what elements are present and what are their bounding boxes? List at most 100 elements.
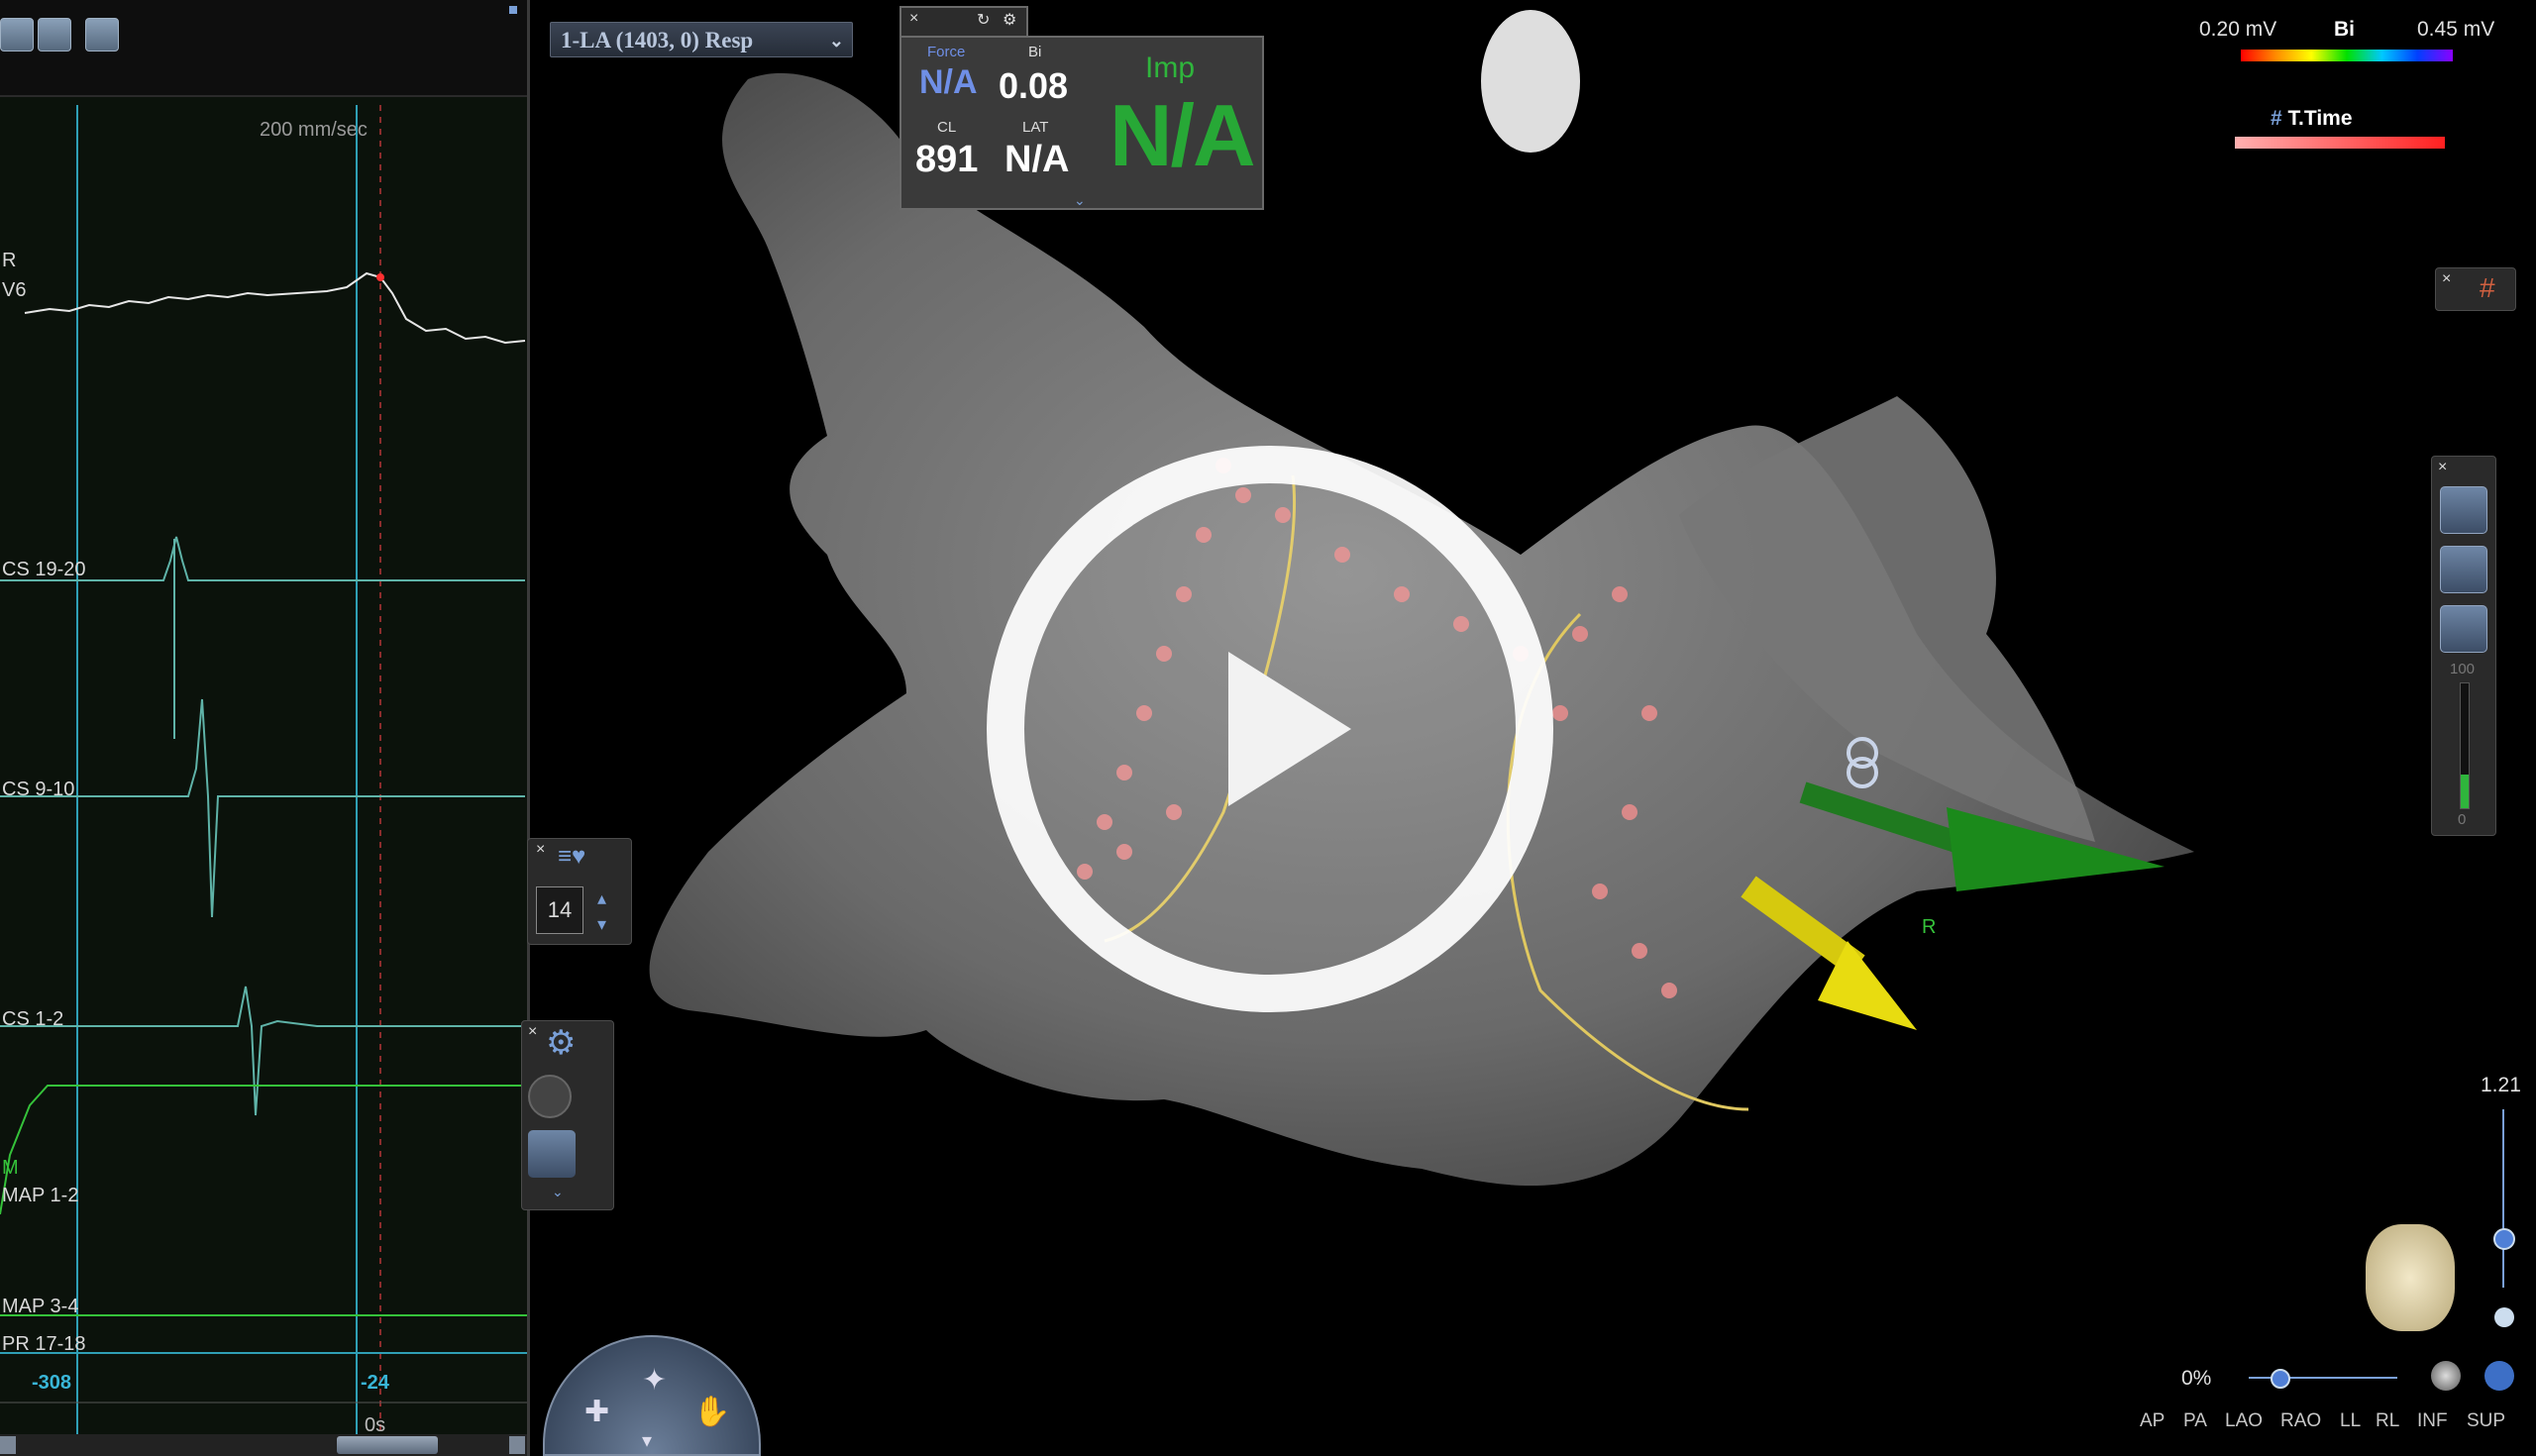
settings-icon[interactable]: ⚙: [1003, 10, 1016, 30]
cs910-trace: [0, 698, 525, 918]
transparency-toggle-icon[interactable]: [528, 1075, 572, 1118]
scale-min: 0.20 mV: [2199, 18, 2277, 41]
save-icon[interactable]: [85, 18, 119, 52]
heart-orientation-icon[interactable]: [2366, 1224, 2455, 1331]
orientation-ellipse: [1481, 10, 1580, 153]
opacity-value: 0%: [2181, 1367, 2212, 1390]
level-top-label: 100: [2450, 661, 2476, 677]
v6-trace: [24, 271, 526, 345]
view-ll[interactable]: LL: [2340, 1410, 2361, 1432]
grid-points-icon[interactable]: #: [2480, 272, 2495, 304]
pan-tool-icon[interactable]: [2440, 546, 2487, 593]
view-rl[interactable]: RL: [2376, 1410, 2399, 1432]
channel-label-map34: MAP 3-4: [2, 1296, 79, 1317]
zoom-value: 1.21: [2481, 1074, 2521, 1096]
stepper-down-icon[interactable]: ▾: [597, 914, 606, 935]
ttime-label: # T.Time: [2271, 107, 2353, 131]
view-ap[interactable]: AP: [2140, 1410, 2165, 1432]
hand-icon[interactable]: ✋: [693, 1395, 730, 1429]
display-settings-panel: × ⚙ ⌄: [521, 1020, 614, 1210]
zoom-slider-thumb[interactable]: [2493, 1228, 2515, 1250]
time-right-label: -24: [361, 1372, 389, 1394]
play-icon: [1228, 652, 1351, 806]
bi-label: Bi: [1028, 44, 1042, 60]
ttime-color-bar: [2235, 137, 2445, 149]
view-sup[interactable]: SUP: [2467, 1410, 2505, 1432]
channel-label-cs910: CS 9-10: [2, 779, 75, 800]
scroll-right-arrow-icon[interactable]: [509, 1436, 525, 1454]
time-left-label: -308: [32, 1372, 72, 1394]
ttime-text: T.Time: [2287, 107, 2353, 130]
zoom-reset-icon[interactable]: [2494, 1307, 2514, 1327]
stepper-up-icon[interactable]: ▴: [597, 888, 606, 909]
channel-label-m: M: [2, 1157, 19, 1179]
expand-chevron-icon[interactable]: ⌄: [552, 1184, 564, 1200]
scroll-left-arrow-icon[interactable]: [0, 1436, 16, 1454]
chevron-down-icon: ⌄: [828, 31, 844, 51]
magic-wand-icon[interactable]: ✦: [642, 1363, 667, 1398]
channel-label-map12: MAP 1-2: [2, 1185, 79, 1206]
view-tools-panel: × 100 0: [2431, 456, 2496, 836]
zoom-slider-track[interactable]: [2502, 1109, 2504, 1288]
ecg-tool-icon[interactable]: [0, 18, 34, 52]
close-icon[interactable]: ×: [2438, 459, 2447, 476]
close-icon[interactable]: ×: [528, 1023, 537, 1041]
ecg-traces: [0, 105, 527, 1434]
sphere-icon[interactable]: [2431, 1361, 2461, 1391]
add-point-icon[interactable]: ✚: [584, 1395, 609, 1429]
view-inf[interactable]: INF: [2417, 1410, 2448, 1432]
scale-max: 0.45 mV: [2417, 18, 2495, 41]
level-fill: [2461, 775, 2469, 808]
ecg-scrollbar[interactable]: [0, 1434, 527, 1456]
grid-icon: #: [2271, 107, 2282, 130]
refresh-icon[interactable]: ↻: [977, 10, 990, 30]
gear-icon[interactable]: ⚙: [546, 1023, 576, 1063]
view-rao[interactable]: RAO: [2280, 1410, 2321, 1432]
imp-label: Imp: [1145, 52, 1196, 84]
imp-value: N/A: [1110, 86, 1256, 184]
cl-label: CL: [937, 119, 957, 136]
map-selector-dropdown[interactable]: 1-LA (1403, 0) Resp ⌄: [550, 22, 853, 57]
cs12-trace: [0, 986, 525, 1116]
play-button[interactable]: [987, 446, 1553, 1012]
voltage-color-bar: [2241, 50, 2453, 61]
force-value: N/A: [919, 63, 978, 101]
map12-trace: [0, 1085, 525, 1215]
ecg-toolbar: [0, 0, 527, 97]
view-pa[interactable]: PA: [2183, 1410, 2207, 1432]
ecg-scroll-thumb[interactable]: [337, 1436, 438, 1454]
rotate-tool-icon[interactable]: [2440, 486, 2487, 534]
expand-chevron-icon[interactable]: ⌄: [1074, 192, 1086, 209]
catheter-box-header: × ↻ ⚙: [899, 6, 1028, 36]
r-marker: R: [1922, 916, 1936, 938]
close-icon[interactable]: ×: [536, 841, 545, 859]
channel-label-cs1920: CS 19-20: [2, 559, 86, 580]
level-bottom-label: 0: [2458, 811, 2467, 828]
scale-mode: Bi: [2334, 18, 2355, 41]
grid-toggle-panel: × #: [2435, 267, 2516, 311]
level-slider[interactable]: [2460, 682, 2470, 809]
bi-value: 0.08: [999, 65, 1069, 106]
lat-label: LAT: [1022, 119, 1049, 136]
opacity-slider-thumb[interactable]: [2271, 1369, 2290, 1389]
channel-label-v6: V6: [2, 279, 27, 301]
rotate-view-icon[interactable]: [2484, 1361, 2514, 1391]
cl-value: 891: [915, 139, 979, 180]
waveform-tool-icon[interactable]: [38, 18, 71, 52]
view-lao[interactable]: LAO: [2225, 1410, 2263, 1432]
force-label: Force: [927, 44, 966, 60]
chevron-down-icon[interactable]: ▾: [642, 1428, 652, 1453]
heart-map-icon[interactable]: [528, 1130, 576, 1178]
r-wave-marker: [376, 273, 384, 281]
channel-label-cs12: CS 1-2: [2, 1008, 64, 1030]
close-icon[interactable]: ×: [909, 10, 918, 28]
map-selector-value: 1-LA (1403, 0) Resp: [561, 28, 754, 52]
ecg-panel: 200 mm/sec R V6 CS 19-20 CS 9-10 CS 1-2 …: [0, 0, 530, 1456]
point-list-icon[interactable]: ≡♥: [558, 843, 585, 871]
channel-label-r: R: [2, 250, 17, 271]
lat-value: N/A: [1004, 139, 1070, 180]
point-list-panel: × ≡♥ 14 ▴ ▾: [527, 838, 632, 945]
reset-view-icon[interactable]: [2440, 605, 2487, 653]
close-icon[interactable]: ×: [2442, 270, 2451, 288]
point-count-field[interactable]: 14: [536, 886, 583, 934]
